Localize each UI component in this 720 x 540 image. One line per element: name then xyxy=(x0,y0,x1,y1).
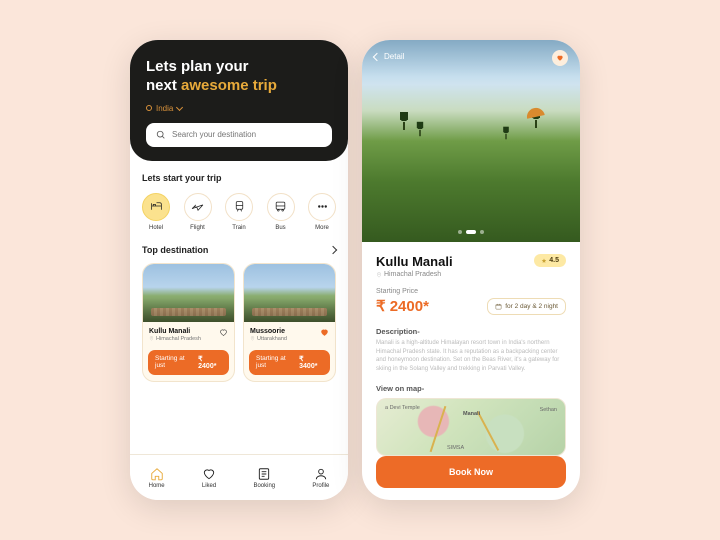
bottom-nav: Home Liked Booking Profile xyxy=(130,454,348,500)
category-label: More xyxy=(315,225,329,231)
nav-label: Profile xyxy=(312,483,329,489)
detail-price: ₹ 2400* xyxy=(376,297,429,315)
description-heading: Description- xyxy=(376,327,566,336)
home-title-accent: awesome trip xyxy=(181,77,277,94)
location-label: India xyxy=(156,104,173,113)
destination-region: Uttarakhand xyxy=(250,336,329,342)
more-icon xyxy=(308,193,336,221)
category-flight[interactable]: Flight xyxy=(184,193,212,231)
detail-region: Himachal Pradesh xyxy=(376,271,453,278)
chevron-right-icon xyxy=(329,245,337,253)
heart-icon xyxy=(202,467,216,481)
map-label: SIMSA xyxy=(447,445,464,451)
search-input[interactable] xyxy=(172,130,322,139)
detail-title: Kullu Manali xyxy=(376,254,453,269)
starting-price-label: Starting Price xyxy=(376,288,566,295)
location-pin-icon xyxy=(146,105,152,111)
nav-label: Booking xyxy=(253,483,275,489)
description-text: Manali is a high-altitude Himalayan reso… xyxy=(376,339,566,374)
home-header: Lets plan your next awesome trip India xyxy=(130,40,348,161)
rating-pill: 4.5 xyxy=(534,254,566,267)
location-pin-icon xyxy=(376,272,382,278)
top-destination-label: Top destination xyxy=(142,245,208,255)
start-trip-label: Lets start your trip xyxy=(142,173,336,183)
search-bar[interactable] xyxy=(146,123,332,147)
category-hotel[interactable]: Hotel xyxy=(142,193,170,231)
heart-icon[interactable] xyxy=(219,328,228,337)
price-pill: Starting at just ₹ 2400* xyxy=(148,350,229,375)
nav-label: Home xyxy=(149,483,165,489)
back-button[interactable]: Detail xyxy=(374,52,404,61)
map-label: Sethan xyxy=(540,407,557,413)
rating-value: 4.5 xyxy=(549,257,559,264)
star-icon xyxy=(541,258,547,264)
plane-icon xyxy=(184,193,212,221)
location-pin-icon xyxy=(250,336,255,341)
category-bus[interactable]: Bus xyxy=(267,193,295,231)
map-preview[interactable]: a Devi Temple Manali Sethan SIMSA xyxy=(376,398,566,456)
carousel-dots[interactable] xyxy=(458,230,484,234)
destination-name: Mussoorie xyxy=(250,328,329,335)
location-selector[interactable]: India xyxy=(146,104,332,113)
heart-icon xyxy=(556,54,564,62)
home-title-line2-pre: next xyxy=(146,77,181,94)
destination-name: Kullu Manali xyxy=(149,328,228,335)
category-label: Hotel xyxy=(149,225,163,231)
nav-profile[interactable]: Profile xyxy=(312,467,329,489)
category-more[interactable]: More xyxy=(308,193,336,231)
destination-cards: Kullu Manali Himachal Pradesh Starting a… xyxy=(142,263,336,382)
category-row: Hotel Flight Train Bus More xyxy=(142,193,336,231)
top-destination-header[interactable]: Top destination xyxy=(142,245,336,255)
duration-pill[interactable]: for 2 day & 2 night xyxy=(487,298,566,315)
train-icon xyxy=(225,193,253,221)
home-icon xyxy=(150,467,164,481)
category-label: Bus xyxy=(275,225,285,231)
chevron-down-icon xyxy=(176,103,183,110)
paraglider-graphic xyxy=(525,106,544,119)
nav-booking[interactable]: Booking xyxy=(253,467,275,489)
destination-region: Himachal Pradesh xyxy=(149,336,228,342)
destination-card[interactable]: Mussoorie Uttarakhand Starting at just ₹… xyxy=(243,263,336,382)
price-pill: Starting at just ₹ 3400* xyxy=(249,350,330,375)
category-train[interactable]: Train xyxy=(225,193,253,231)
heart-icon[interactable] xyxy=(320,328,329,337)
chevron-left-icon xyxy=(373,52,381,60)
category-label: Train xyxy=(232,225,245,231)
calendar-icon xyxy=(495,303,502,310)
map-label: a Devi Temple xyxy=(385,405,420,411)
destination-card[interactable]: Kullu Manali Himachal Pradesh Starting a… xyxy=(142,263,235,382)
book-now-button[interactable]: Book Now xyxy=(376,456,566,488)
nav-liked[interactable]: Liked xyxy=(202,467,216,489)
location-pin-icon xyxy=(149,336,154,341)
map-label: Manali xyxy=(463,411,480,417)
favourite-button[interactable] xyxy=(552,50,568,66)
back-label: Detail xyxy=(384,52,404,61)
destination-image xyxy=(244,264,335,322)
bed-icon xyxy=(142,193,170,221)
nav-label: Liked xyxy=(202,483,216,489)
home-title: Lets plan your next awesome trip xyxy=(146,58,332,96)
booking-icon xyxy=(257,467,271,481)
home-screen: Lets plan your next awesome trip India L… xyxy=(130,40,348,500)
map-heading: View on map- xyxy=(376,384,566,393)
search-icon xyxy=(156,130,166,140)
detail-screen: Detail Kullu Manali Himachal Pradesh 4.5 xyxy=(362,40,580,500)
bus-icon xyxy=(267,193,295,221)
category-label: Flight xyxy=(190,225,205,231)
detail-hero-image: Detail xyxy=(362,40,580,242)
home-title-line1: Lets plan your xyxy=(146,58,249,75)
destination-image xyxy=(143,264,234,322)
nav-home[interactable]: Home xyxy=(149,467,165,489)
duration-text: for 2 day & 2 night xyxy=(505,303,558,310)
profile-icon xyxy=(314,467,328,481)
